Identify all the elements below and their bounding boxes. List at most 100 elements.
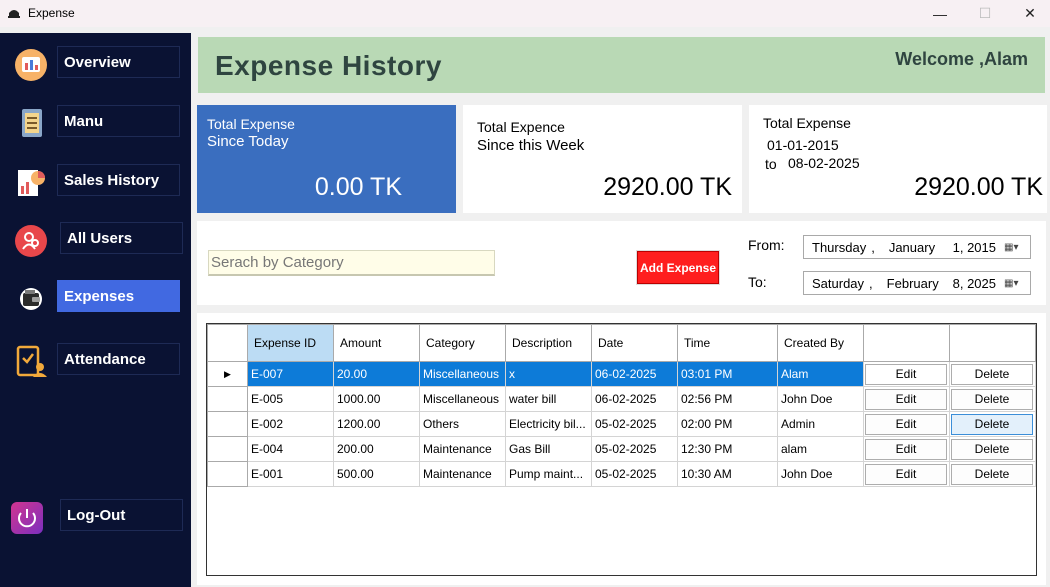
from-weekday: Thursday	[812, 239, 867, 255]
edit-button[interactable]: Edit	[865, 438, 947, 460]
calendar-dropdown-icon[interactable]: ▦▾	[1004, 277, 1022, 289]
add-expense-button[interactable]: Add Expense	[636, 250, 720, 285]
table-cell-created-by[interactable]: Admin	[777, 411, 864, 437]
row-header[interactable]: ▶	[207, 361, 248, 387]
column-header-date[interactable]: Date	[591, 324, 678, 362]
row-header[interactable]	[207, 436, 248, 462]
logout-button[interactable]: Log-Out	[60, 499, 183, 531]
edit-button[interactable]: Edit	[865, 388, 947, 410]
table-cell-id[interactable]: E-002	[247, 411, 334, 437]
range-to-date: 08-02-2025	[788, 155, 860, 171]
expense-grid[interactable]: Expense ID Amount Category Description D…	[206, 323, 1037, 576]
column-header-amount[interactable]: Amount	[333, 324, 420, 362]
maximize-button[interactable]: ☐	[962, 0, 1008, 27]
sidebar-item-label[interactable]: All Users	[60, 222, 183, 254]
sidebar-item-label[interactable]: Manu	[57, 105, 180, 137]
table-cell-time[interactable]: 12:30 PM	[677, 436, 778, 462]
delete-button[interactable]: Delete	[951, 413, 1033, 435]
table-row[interactable]: E-005 1000.00 Miscellaneous water bill 06-02…	[207, 386, 1036, 412]
delete-cell: Delete	[949, 411, 1036, 437]
column-header-delete[interactable]	[949, 324, 1036, 362]
column-header-edit[interactable]	[863, 324, 950, 362]
delete-button[interactable]: Delete	[951, 463, 1033, 485]
sidebar-item-label[interactable]: Overview	[57, 46, 180, 78]
menu-icon	[22, 109, 42, 137]
row-header[interactable]	[207, 386, 248, 412]
table-cell-category[interactable]: Maintenance	[419, 436, 506, 462]
column-header-time[interactable]: Time	[677, 324, 778, 362]
table-cell-created-by[interactable]: John Doe	[777, 386, 864, 412]
table-row[interactable]: E-004 200.00 Maintenance Gas Bill 05-02-2025…	[207, 436, 1036, 462]
table-row[interactable]: E-001 500.00 Maintenance Pump maint... 05-02…	[207, 461, 1036, 487]
table-cell-description[interactable]: x	[505, 361, 592, 387]
table-cell-date[interactable]: 05-02-2025	[591, 411, 678, 437]
to-weekday: Saturday	[812, 275, 865, 291]
sidebar-item-label[interactable]: Attendance	[57, 343, 180, 375]
table-cell-time[interactable]: 02:00 PM	[677, 411, 778, 437]
edit-button[interactable]: Edit	[865, 413, 947, 435]
table-cell-category[interactable]: Others	[419, 411, 506, 437]
table-row[interactable]: E-002 1200.00 Others Electricity bil... 05-0…	[207, 411, 1036, 437]
table-cell-created-by[interactable]: Alam	[777, 361, 864, 387]
edit-button[interactable]: Edit	[865, 363, 947, 385]
users-icon	[15, 225, 47, 257]
sidebar-item-manu[interactable]: Manu	[0, 105, 191, 141]
table-cell-category[interactable]: Miscellaneous	[419, 361, 506, 387]
table-row[interactable]: ▶ E-007 20.00 Miscellaneous x 06-02-2025 03:01…	[207, 361, 1036, 387]
sidebar-item-logout[interactable]: Log-Out	[0, 499, 191, 535]
sidebar-item-attendance[interactable]: Attendance	[0, 343, 191, 379]
table-cell-amount[interactable]: 200.00	[333, 436, 420, 462]
delete-button[interactable]: Delete	[951, 388, 1033, 410]
card-label: Total Expence	[477, 119, 565, 135]
sidebar-item-label[interactable]: Sales History	[57, 164, 180, 196]
table-cell-time[interactable]: 02:56 PM	[677, 386, 778, 412]
table-cell-category[interactable]: Miscellaneous	[419, 386, 506, 412]
table-cell-id[interactable]: E-007	[247, 361, 334, 387]
delete-button[interactable]: Delete	[951, 438, 1033, 460]
table-cell-date[interactable]: 05-02-2025	[591, 436, 678, 462]
table-cell-created-by[interactable]: John Doe	[777, 461, 864, 487]
table-cell-description[interactable]: Gas Bill	[505, 436, 592, 462]
total-week-card: Total Expence Since this Week 2920.00 TK	[463, 105, 742, 213]
delete-button[interactable]: Delete	[951, 363, 1033, 385]
row-header[interactable]	[207, 461, 248, 487]
column-header-created-by[interactable]: Created By	[777, 324, 864, 362]
edit-button[interactable]: Edit	[865, 463, 947, 485]
row-header[interactable]	[207, 411, 248, 437]
table-cell-description[interactable]: Pump maint...	[505, 461, 592, 487]
table-cell-created-by[interactable]: alam	[777, 436, 864, 462]
from-date-picker[interactable]: Thursday , January 1, 2015 ▦▾	[803, 235, 1031, 259]
delete-cell: Delete	[949, 386, 1036, 412]
table-cell-date[interactable]: 05-02-2025	[591, 461, 678, 487]
table-cell-id[interactable]: E-001	[247, 461, 334, 487]
sidebar-item-overview[interactable]: Overview	[0, 46, 191, 82]
table-cell-amount[interactable]: 20.00	[333, 361, 420, 387]
column-header-expense-id[interactable]: Expense ID	[247, 324, 334, 362]
table-cell-amount[interactable]: 1000.00	[333, 386, 420, 412]
minimize-button[interactable]: —	[917, 0, 963, 27]
table-cell-date[interactable]: 06-02-2025	[591, 386, 678, 412]
filter-panel: Serach by Category Add Expense From: To:…	[197, 221, 1046, 305]
table-cell-time[interactable]: 10:30 AM	[677, 461, 778, 487]
close-button[interactable]: ✕	[1007, 0, 1050, 27]
to-date-picker[interactable]: Saturday , February 8, 2025 ▦▾	[803, 271, 1031, 295]
table-cell-date[interactable]: 06-02-2025	[591, 361, 678, 387]
sidebar-item-label[interactable]: Expenses	[57, 280, 180, 312]
delete-cell: Delete	[949, 461, 1036, 487]
sidebar-item-all-users[interactable]: All Users	[0, 222, 191, 258]
search-input[interactable]: Serach by Category	[208, 250, 495, 276]
from-month: January	[888, 239, 936, 255]
table-cell-category[interactable]: Maintenance	[419, 461, 506, 487]
table-cell-amount[interactable]: 500.00	[333, 461, 420, 487]
table-cell-amount[interactable]: 1200.00	[333, 411, 420, 437]
table-cell-description[interactable]: Electricity bil...	[505, 411, 592, 437]
table-cell-id[interactable]: E-005	[247, 386, 334, 412]
sidebar-item-sales-history[interactable]: Sales History	[0, 164, 191, 200]
sidebar-item-expenses[interactable]: Expenses	[0, 280, 191, 316]
calendar-dropdown-icon[interactable]: ▦▾	[1004, 241, 1022, 253]
table-cell-id[interactable]: E-004	[247, 436, 334, 462]
table-cell-time[interactable]: 03:01 PM	[677, 361, 778, 387]
column-header-category[interactable]: Category	[419, 324, 506, 362]
table-cell-description[interactable]: water bill	[505, 386, 592, 412]
column-header-description[interactable]: Description	[505, 324, 592, 362]
